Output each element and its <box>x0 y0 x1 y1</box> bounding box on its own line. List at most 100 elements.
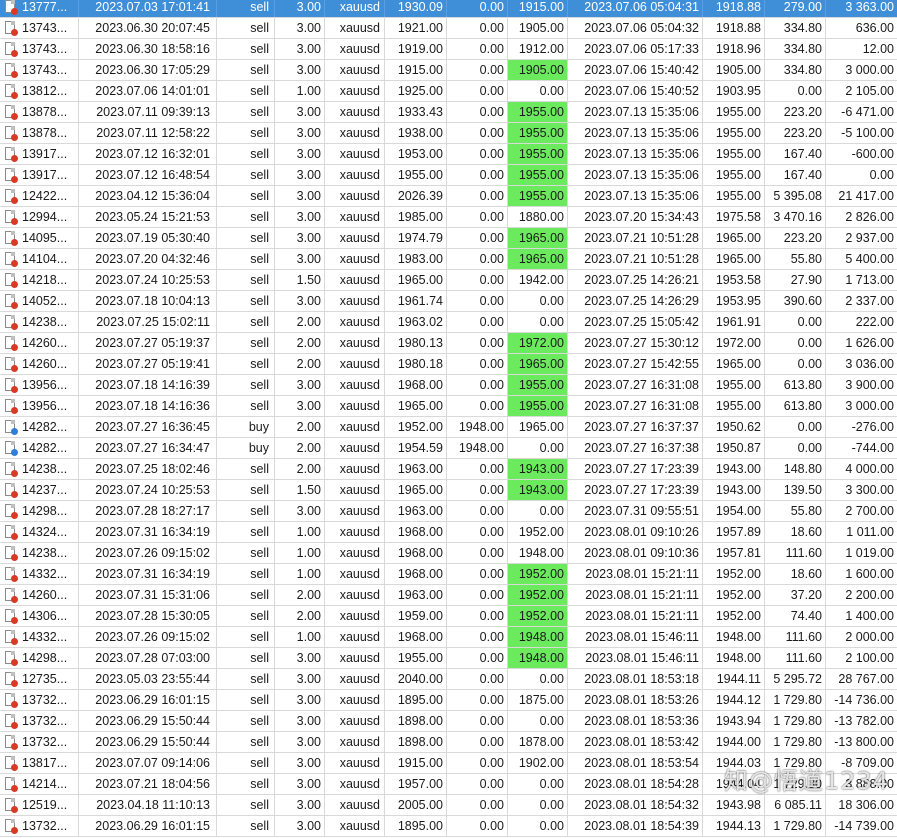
stop-loss-cell: 0.00 <box>447 354 508 374</box>
ticket-cell: 14260... <box>0 585 79 605</box>
profit-cell: 2 937.00 <box>845 231 894 245</box>
stop-loss-cell: 0.00 <box>447 459 508 479</box>
table-row[interactable]: 13732... 2023.06.29 16:01:15 sell 3.00 xauus… <box>0 690 897 711</box>
swap-cell: 334.80 <box>765 18 826 38</box>
table-row[interactable]: 13878... 2023.07.11 12:58:22 sell 3.00 xauus… <box>0 123 897 144</box>
table-row[interactable]: 14095... 2023.07.19 05:30:40 sell 3.00 xauus… <box>0 228 897 249</box>
table-row[interactable]: 13917... 2023.07.12 16:48:54 sell 3.00 xauus… <box>0 165 897 186</box>
symbol-cell: xauusd <box>325 102 385 122</box>
table-row[interactable]: 14238... 2023.07.25 18:02:46 sell 2.00 xauus… <box>0 459 897 480</box>
ticket-cell: 14324... <box>0 522 79 542</box>
stop-loss-cell: 0.00 <box>447 774 508 794</box>
table-row[interactable]: 13956... 2023.07.18 14:16:36 sell 3.00 xauus… <box>0 396 897 417</box>
close-time-cell: 2023.07.27 16:31:08 <box>568 375 703 395</box>
table-row[interactable]: 13878... 2023.07.11 09:39:13 sell 3.00 xauus… <box>0 102 897 123</box>
close-price-cell: 1965.00 <box>703 354 765 374</box>
table-row[interactable]: 14282... 2023.07.27 16:36:45 buy 2.00 xauusd… <box>0 417 897 438</box>
stop-loss-cell: 0.00 <box>447 732 508 752</box>
table-row[interactable]: 13732... 2023.06.29 16:01:15 sell 3.00 xauus… <box>0 816 897 837</box>
type-cell: sell <box>217 480 275 500</box>
close-time-cell: 2023.08.01 18:53:42 <box>568 732 703 752</box>
table-row[interactable]: 14237... 2023.07.24 10:25:53 sell 1.50 xauus… <box>0 480 897 501</box>
type-cell: sell <box>217 165 275 185</box>
open-price-cell: 2040.00 <box>385 669 447 689</box>
profit-cell: 3 000.00 <box>845 399 894 413</box>
open-price-cell: 1965.00 <box>385 396 447 416</box>
table-row[interactable]: 13743... 2023.06.30 17:05:29 sell 3.00 xauus… <box>0 60 897 81</box>
open-price-cell: 1965.00 <box>385 270 447 290</box>
table-row[interactable]: 13777... 2023.07.03 17:01:41 sell 3.00 xauus… <box>0 0 897 18</box>
volume-cell: 3.00 <box>275 60 325 80</box>
volume-cell: 3.00 <box>275 648 325 668</box>
open-time-cell: 2023.07.27 16:34:47 <box>79 438 217 458</box>
table-row[interactable]: 14238... 2023.07.26 09:15:02 sell 1.00 xauus… <box>0 543 897 564</box>
open-time-cell: 2023.06.30 20:07:45 <box>79 18 217 38</box>
open-price-cell: 1938.00 <box>385 123 447 143</box>
stop-loss-cell: 0.00 <box>447 81 508 101</box>
table-row[interactable]: 14260... 2023.07.27 05:19:37 sell 2.00 xauus… <box>0 333 897 354</box>
symbol-cell: xauusd <box>325 459 385 479</box>
table-row[interactable]: 14298... 2023.07.28 07:03:00 sell 3.00 xauus… <box>0 648 897 669</box>
table-row[interactable]: 14324... 2023.07.31 16:34:19 sell 1.00 xauus… <box>0 522 897 543</box>
volume-cell: 2.00 <box>275 438 325 458</box>
table-row[interactable]: 14260... 2023.07.31 15:31:06 sell 2.00 xauus… <box>0 585 897 606</box>
ticket-cell: 13956... <box>0 375 79 395</box>
open-time-cell: 2023.07.28 18:27:17 <box>79 501 217 521</box>
swap-cell: 111.60 <box>765 648 826 668</box>
table-row[interactable]: 14214... 2023.07.21 18:04:56 sell 3.00 xauus… <box>0 774 897 795</box>
swap-cell: 1 729.80 <box>765 732 826 752</box>
table-row[interactable]: 12422... 2023.04.12 15:36:04 sell 3.00 xauus… <box>0 186 897 207</box>
table-row[interactable]: 13732... 2023.06.29 15:50:44 sell 3.00 xauus… <box>0 732 897 753</box>
symbol-cell: xauusd <box>325 795 385 815</box>
open-price-cell: 1921.00 <box>385 18 447 38</box>
table-row[interactable]: 13812... 2023.07.06 14:01:01 sell 1.00 xauus… <box>0 81 897 102</box>
take-profit-cell: 1905.00 <box>508 18 568 38</box>
take-profit-cell: 1952.00 <box>508 564 568 584</box>
table-row[interactable]: 13743... 2023.06.30 20:07:45 sell 3.00 xauus… <box>0 18 897 39</box>
table-row[interactable]: 13743... 2023.06.30 18:58:16 sell 3.00 xauus… <box>0 39 897 60</box>
ticket-cell: 14214... <box>0 774 79 794</box>
table-row[interactable]: 13817... 2023.07.07 09:14:06 sell 3.00 xauus… <box>0 753 897 774</box>
close-price-cell: 1965.00 <box>703 249 765 269</box>
volume-cell: 3.00 <box>275 732 325 752</box>
table-row[interactable]: 14332... 2023.07.31 16:34:19 sell 1.00 xauus… <box>0 564 897 585</box>
table-row[interactable]: 14104... 2023.07.20 04:32:46 sell 3.00 xauus… <box>0 249 897 270</box>
table-row[interactable]: 13956... 2023.07.18 14:16:39 sell 3.00 xauus… <box>0 375 897 396</box>
type-cell: sell <box>217 669 275 689</box>
close-price-cell: 1943.98 <box>703 795 765 815</box>
take-profit-cell: 1965.00 <box>508 417 568 437</box>
profit-cell: 222.00 <box>855 315 894 329</box>
table-row[interactable]: 14332... 2023.07.26 09:15:02 sell 1.00 xauus… <box>0 627 897 648</box>
table-row[interactable]: 13732... 2023.06.29 15:50:44 sell 3.00 xauus… <box>0 711 897 732</box>
open-time-cell: 2023.07.12 16:32:01 <box>79 144 217 164</box>
type-cell: sell <box>217 291 275 311</box>
stop-loss-cell: 0.00 <box>447 816 508 836</box>
table-row[interactable]: 12735... 2023.05.03 23:55:44 sell 3.00 xauus… <box>0 669 897 690</box>
table-row[interactable]: 14298... 2023.07.28 18:27:17 sell 3.00 xauus… <box>0 501 897 522</box>
table-row[interactable]: 14052... 2023.07.18 10:04:13 sell 3.00 xauus… <box>0 291 897 312</box>
table-row[interactable]: 13917... 2023.07.12 16:32:01 sell 3.00 xauus… <box>0 144 897 165</box>
swap-cell: 55.80 <box>765 249 826 269</box>
volume-cell: 1.50 <box>275 270 325 290</box>
symbol-cell: xauusd <box>325 354 385 374</box>
table-row[interactable]: 14306... 2023.07.28 15:30:05 sell 2.00 xauus… <box>0 606 897 627</box>
swap-cell: 5 395.08 <box>765 186 826 206</box>
close-price-cell: 1944.00 <box>703 732 765 752</box>
symbol-cell: xauusd <box>325 396 385 416</box>
table-row[interactable]: 14218... 2023.07.24 10:25:53 sell 1.50 xauus… <box>0 270 897 291</box>
table-row[interactable]: 14260... 2023.07.27 05:19:41 sell 2.00 xauus… <box>0 354 897 375</box>
volume-cell: 3.00 <box>275 102 325 122</box>
open-time-cell: 2023.04.12 15:36:04 <box>79 186 217 206</box>
ticket-cell: 12422... <box>0 186 79 206</box>
take-profit-cell: 1955.00 <box>508 186 568 206</box>
profit-cell: -276.00 <box>851 420 894 434</box>
table-row[interactable]: 12994... 2023.05.24 15:21:53 sell 3.00 xauus… <box>0 207 897 228</box>
table-row[interactable]: 14238... 2023.07.25 15:02:11 sell 2.00 xauus… <box>0 312 897 333</box>
symbol-cell: xauusd <box>325 0 385 17</box>
table-row[interactable]: 12519... 2023.04.18 11:10:13 sell 3.00 xauus… <box>0 795 897 816</box>
open-time-cell: 2023.06.30 17:05:29 <box>79 60 217 80</box>
close-price-cell: 1918.88 <box>703 0 765 17</box>
close-price-cell: 1903.95 <box>703 81 765 101</box>
stop-loss-cell: 0.00 <box>447 102 508 122</box>
table-row[interactable]: 14282... 2023.07.27 16:34:47 buy 2.00 xauusd… <box>0 438 897 459</box>
